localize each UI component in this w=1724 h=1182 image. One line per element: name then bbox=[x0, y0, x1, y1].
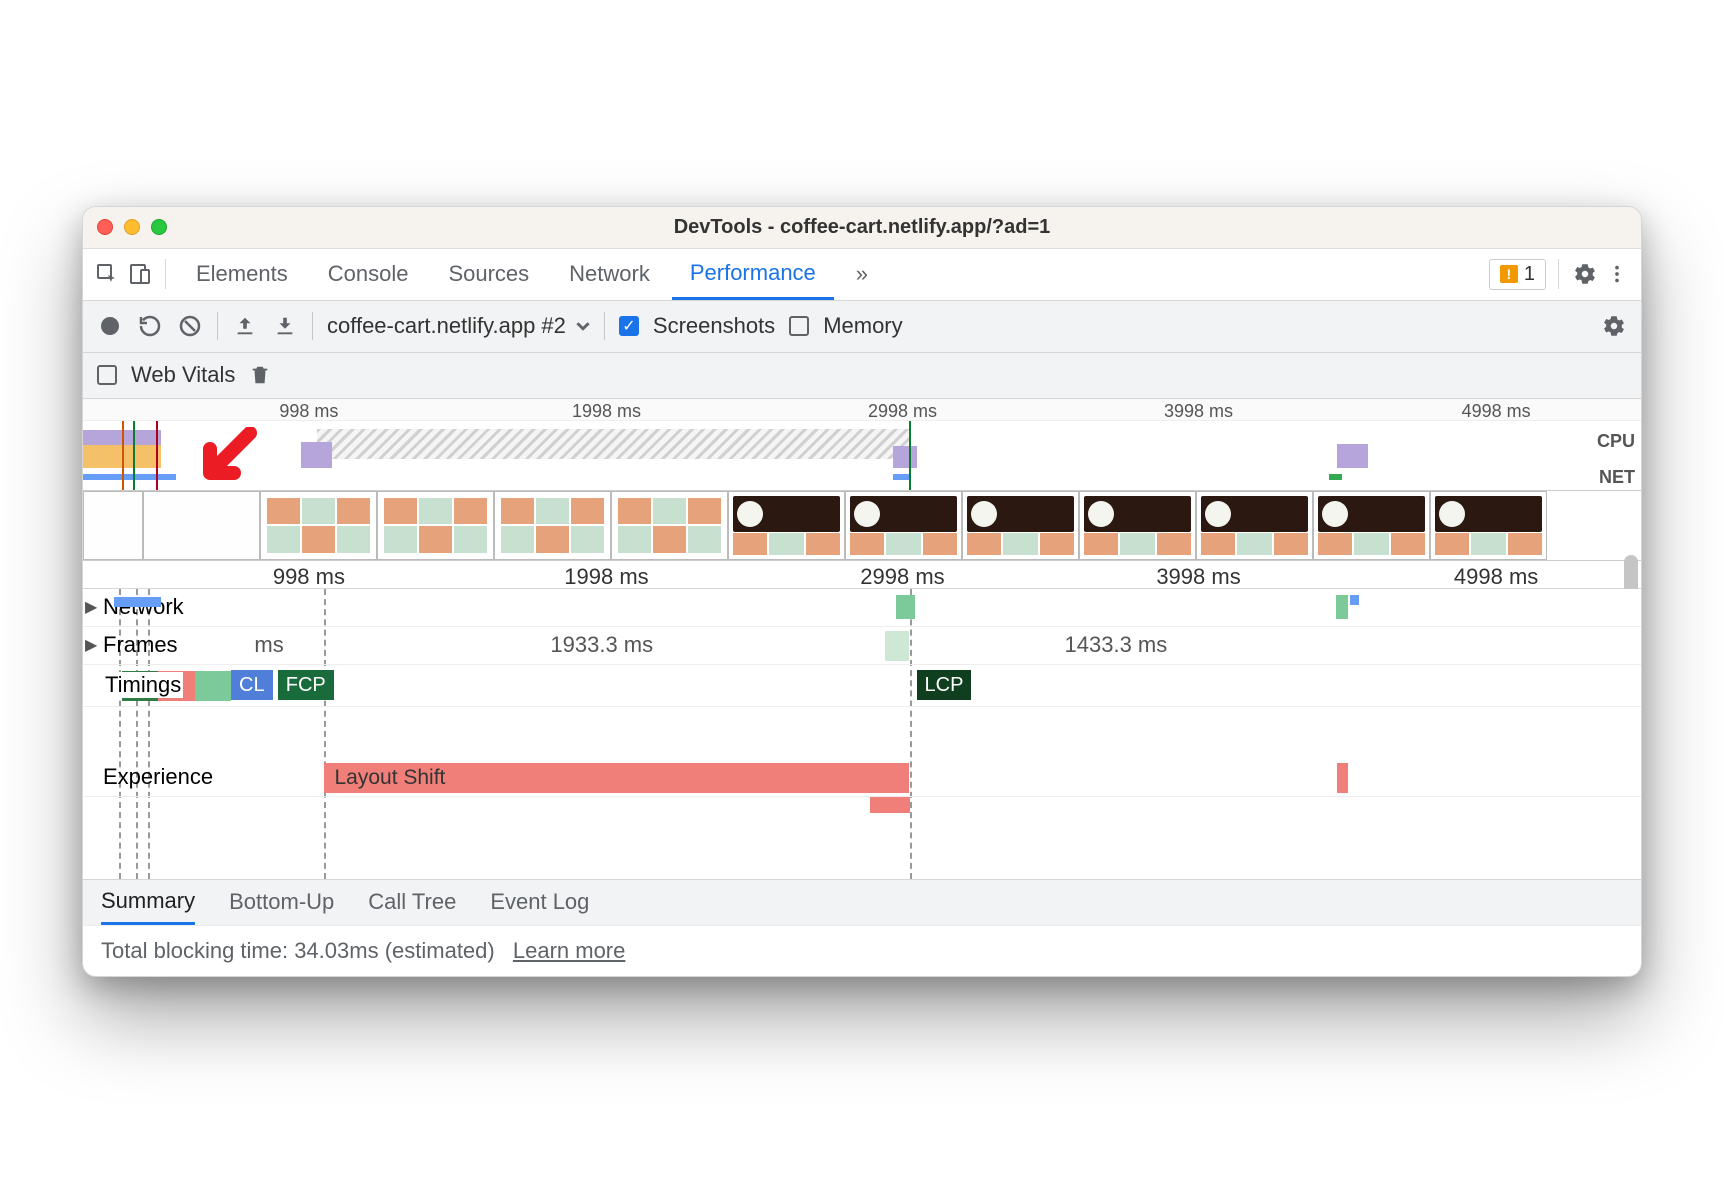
filmstrip-frame[interactable] bbox=[611, 491, 728, 560]
annotation-arrow-icon bbox=[192, 427, 258, 487]
web-vitals-label: Web Vitals bbox=[131, 362, 235, 388]
tab-performance[interactable]: Performance bbox=[672, 249, 834, 300]
ruler-tick: 4998 ms bbox=[1462, 401, 1531, 422]
filmstrip-frame[interactable] bbox=[1196, 491, 1313, 560]
filmstrip-frame[interactable] bbox=[728, 491, 845, 560]
overview-ruler: 998 ms 1998 ms 2998 ms 3998 ms 4998 ms bbox=[83, 399, 1641, 421]
device-toggle-icon[interactable] bbox=[125, 260, 153, 288]
summary-pane: Total blocking time: 34.03ms (estimated)… bbox=[83, 925, 1641, 976]
titlebar: DevTools - coffee-cart.netlify.app/?ad=1 bbox=[83, 207, 1641, 249]
expand-icon[interactable]: ▶ bbox=[85, 635, 97, 655]
expand-icon[interactable]: ▶ bbox=[85, 597, 97, 617]
filmstrip-frame[interactable] bbox=[377, 491, 494, 560]
filmstrip-frame[interactable] bbox=[260, 491, 377, 560]
devtools-tabbar: Elements Console Sources Network Perform… bbox=[83, 249, 1641, 301]
filmstrip-frame[interactable] bbox=[494, 491, 611, 560]
ruler-tick: 1998 ms bbox=[564, 564, 648, 590]
web-vitals-checkbox[interactable] bbox=[97, 365, 117, 385]
hatched-region bbox=[317, 429, 909, 459]
chevron-down-icon bbox=[576, 319, 590, 333]
timing-badge-lcp[interactable]: LCP bbox=[917, 670, 972, 700]
inspect-icon[interactable] bbox=[93, 260, 121, 288]
overview-pane[interactable]: 998 ms 1998 ms 2998 ms 3998 ms 4998 ms C… bbox=[83, 399, 1641, 491]
issues-count: 1 bbox=[1524, 263, 1535, 286]
learn-more-link[interactable]: Learn more bbox=[513, 938, 626, 963]
track-spacer bbox=[83, 707, 1641, 759]
performance-toolbar: coffee-cart.netlify.app #2 ✓ Screenshots… bbox=[83, 301, 1641, 353]
filmstrip-frame[interactable] bbox=[1430, 491, 1547, 560]
filmstrip-frame[interactable] bbox=[1079, 491, 1196, 560]
track-label: Frames bbox=[103, 632, 178, 658]
ruler-tick: 2998 ms bbox=[868, 401, 937, 422]
ruler-tick: 3998 ms bbox=[1164, 401, 1233, 422]
clear-button[interactable] bbox=[177, 313, 203, 339]
net-lane-label: NET bbox=[1599, 467, 1635, 488]
ruler-tick: 998 ms bbox=[279, 401, 338, 422]
filmstrip-frame[interactable] bbox=[83, 491, 143, 560]
frame-time-b: 1933.3 ms bbox=[550, 632, 653, 658]
tab-bottom-up[interactable]: Bottom-Up bbox=[229, 889, 334, 915]
warning-icon: ! bbox=[1500, 265, 1518, 283]
overview-body[interactable]: CPU NET bbox=[83, 421, 1641, 491]
ruler-tick: 4998 ms bbox=[1454, 564, 1538, 590]
flamechart-tracks[interactable]: ▶ Network ▶ Frames ms 1933.3 ms 1433.3 m… bbox=[83, 589, 1641, 879]
timing-badge-cls[interactable]: CL bbox=[231, 670, 273, 700]
ruler-tick: 1998 ms bbox=[572, 401, 641, 422]
screenshots-checkbox[interactable]: ✓ bbox=[619, 316, 639, 336]
capture-settings-icon[interactable] bbox=[1601, 313, 1627, 339]
track-timings[interactable]: Timings CL FCP LCP bbox=[83, 665, 1641, 707]
issues-badge[interactable]: ! 1 bbox=[1489, 259, 1546, 290]
kebab-menu-icon[interactable] bbox=[1603, 260, 1631, 288]
track-label: Experience bbox=[103, 764, 213, 790]
memory-checkbox[interactable] bbox=[789, 316, 809, 336]
tab-call-tree[interactable]: Call Tree bbox=[368, 889, 456, 915]
details-tabbar: Summary Bottom-Up Call Tree Event Log bbox=[83, 879, 1641, 925]
track-network[interactable]: ▶ Network bbox=[83, 589, 1641, 627]
recording-selector[interactable]: coffee-cart.netlify.app #2 bbox=[327, 313, 590, 339]
performance-toolbar-2: Web Vitals bbox=[83, 353, 1641, 399]
tab-elements[interactable]: Elements bbox=[178, 249, 306, 300]
track-experience-row2 bbox=[83, 797, 1641, 819]
delete-icon[interactable] bbox=[249, 364, 271, 386]
filmstrip-frame[interactable] bbox=[1313, 491, 1430, 560]
tab-summary[interactable]: Summary bbox=[101, 880, 195, 925]
ruler-tick: 998 ms bbox=[273, 564, 345, 590]
frame-time-c: 1433.3 ms bbox=[1065, 632, 1168, 658]
tab-sources[interactable]: Sources bbox=[430, 249, 547, 300]
track-frames[interactable]: ▶ Frames ms 1933.3 ms 1433.3 ms bbox=[83, 627, 1641, 665]
reload-button[interactable] bbox=[137, 313, 163, 339]
window-title: DevTools - coffee-cart.netlify.app/?ad=1 bbox=[83, 216, 1641, 239]
memory-label: Memory bbox=[823, 313, 902, 339]
track-label: Timings bbox=[103, 672, 183, 698]
record-button[interactable] bbox=[97, 313, 123, 339]
ruler-tick: 3998 ms bbox=[1156, 564, 1240, 590]
filmstrip-frame[interactable] bbox=[143, 491, 260, 560]
screenshots-label: Screenshots bbox=[653, 313, 775, 339]
tab-console[interactable]: Console bbox=[310, 249, 427, 300]
screenshot-filmstrip[interactable] bbox=[83, 491, 1641, 561]
layout-shift-bar[interactable]: Layout Shift bbox=[324, 763, 908, 793]
track-experience[interactable]: Experience Layout Shift bbox=[83, 759, 1641, 797]
download-button[interactable] bbox=[272, 313, 298, 339]
timing-badge-fcp[interactable]: FCP bbox=[278, 670, 334, 700]
layout-shift-bar[interactable] bbox=[1337, 763, 1348, 793]
devtools-window: DevTools - coffee-cart.netlify.app/?ad=1… bbox=[82, 206, 1642, 977]
tab-event-log[interactable]: Event Log bbox=[490, 889, 589, 915]
filmstrip-frame[interactable] bbox=[845, 491, 962, 560]
total-blocking-time: Total blocking time: 34.03ms (estimated) bbox=[101, 938, 495, 963]
frame-time-a: ms bbox=[254, 632, 283, 658]
tab-more[interactable]: » bbox=[838, 249, 886, 300]
ruler-tick: 2998 ms bbox=[860, 564, 944, 590]
filmstrip-frame[interactable] bbox=[962, 491, 1079, 560]
flamechart-ruler: 998 ms 1998 ms 2998 ms 3998 ms 4998 ms bbox=[83, 561, 1641, 589]
settings-icon[interactable] bbox=[1571, 260, 1599, 288]
upload-button[interactable] bbox=[232, 313, 258, 339]
recording-name: coffee-cart.netlify.app #2 bbox=[327, 313, 566, 339]
cpu-lane-label: CPU bbox=[1597, 431, 1635, 452]
tab-network[interactable]: Network bbox=[551, 249, 668, 300]
